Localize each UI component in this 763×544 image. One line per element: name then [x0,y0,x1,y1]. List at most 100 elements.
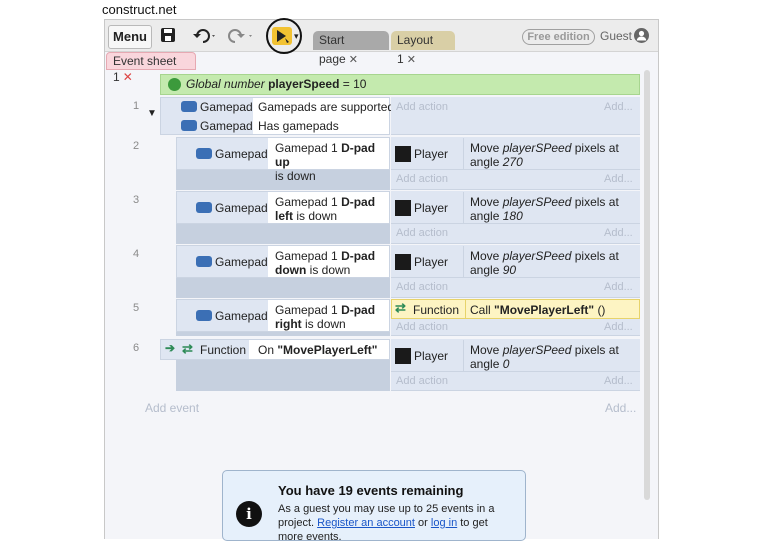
user-icon[interactable] [634,28,649,43]
play-icon [277,30,289,43]
action-param: "MovePlayerLeft" [494,303,595,317]
add-link[interactable]: Add... [604,281,633,293]
condition-text[interactable]: Gamepad 1 D-pad left is down [275,195,387,223]
action-object: Player [414,147,449,161]
save-icon[interactable] [159,27,177,45]
add-link[interactable]: Add... [604,375,633,387]
action-param: 270 [502,155,523,169]
global-variable-row[interactable]: Global number playerSpeed = 10 [160,74,640,95]
action-object: Player [414,255,449,269]
action-text-part: pixels at [574,195,619,209]
user-name[interactable]: Guest [600,29,632,43]
function-icon: ⇄ [395,300,406,315]
action-param: 180 [502,209,523,223]
condition-text-part: Gamepad 1 [275,195,338,209]
close-icon[interactable]: ✕ [123,70,133,84]
condition-text-part: is down [305,317,346,331]
function-icon: ⇄ [182,341,193,356]
action-object: Player [414,349,449,363]
action-text[interactable]: Move playerSPeed pixels at angle 0 [470,343,638,371]
action-text-part: angle [470,155,500,169]
condition-text[interactable]: Gamepads are supported [258,100,394,114]
action-text-part: Move [470,141,500,155]
redo-icon[interactable] [227,27,253,45]
event-number: 5 [132,302,140,314]
tab-start-page[interactable]: Start page ✕ [313,31,389,66]
action-text[interactable]: Call "MovePlayerLeft" () [470,303,605,317]
add-action-link[interactable]: Add action [396,281,448,293]
action-text[interactable]: Move playerSPeed pixels at angle 90 [470,249,638,277]
event-number: 3 [132,194,140,206]
gamepad-icon [181,120,197,131]
condition-object: Function [200,343,247,357]
condition-text-part: Gamepad 1 [275,141,338,155]
condition-text[interactable]: Has gamepads [258,119,339,133]
tab-event-sheet-1[interactable]: Event sheet 1 ✕ [106,52,196,84]
add-link[interactable]: Add... [604,227,633,239]
gamepad-icon [196,202,212,213]
add-link[interactable]: Add... [604,321,633,333]
condition-text[interactable]: Gamepad 1 D-pad right is down [275,303,387,331]
condition-text-part: is down [296,209,338,223]
collapse-arrow-icon[interactable]: ▼ [147,108,157,119]
register-link[interactable]: Register an account [317,517,415,529]
site-title: construct.net [102,2,177,17]
free-edition-badge: Free edition [522,29,595,45]
action-text-part: Move [470,195,500,209]
action-param: playerSPeed [502,249,572,263]
action-text-part: angle [470,357,500,371]
notice-title: You have 19 events remaining [278,483,464,498]
add-event-link[interactable]: Add event [145,401,199,415]
add-link[interactable]: Add... [604,173,633,185]
condition-object: Gamepad [215,255,268,269]
condition-text[interactable]: Gamepad 1 D-pad down is down [275,249,387,277]
condition-param: left [275,209,293,223]
action-text-part: angle [470,263,500,277]
action-param: 90 [502,263,517,277]
action-param: 0 [502,357,510,371]
condition-text-part: On [258,343,275,357]
tab-layout-1[interactable]: Layout 1 ✕ [391,31,455,66]
close-icon[interactable]: ✕ [349,54,358,66]
global-variable-name: playerSpeed [268,77,340,91]
event-number: 4 [132,248,140,260]
condition-text[interactable]: On "MovePlayerLeft" [258,343,377,357]
add-action-link[interactable]: Add action [396,375,448,387]
login-link[interactable]: log in [431,517,457,529]
notice-text: project. [278,517,315,529]
notice-text: or [418,517,428,529]
gamepad-icon [196,148,212,159]
undo-icon[interactable] [192,27,218,45]
condition-object: Gamepad [215,201,268,215]
condition-text-part: is down [275,169,316,183]
condition-param: down [275,263,307,277]
close-icon[interactable]: ✕ [407,54,416,66]
menu-button[interactable]: Menu [108,25,152,49]
globe-icon [168,78,181,91]
event-number: 2 [132,140,140,152]
action-text[interactable]: Move playerSPeed pixels at angle 270 [470,141,638,169]
preview-dropdown-icon[interactable]: ▾ [294,31,299,42]
action-text-part: Move [470,249,500,263]
cell-divider [463,246,464,277]
action-text-part: angle [470,209,500,223]
info-icon: i [236,501,262,527]
add-link[interactable]: Add... [604,101,633,113]
action-param: playerSPeed [502,195,572,209]
add-action-link[interactable]: Add action [396,173,448,185]
condition-object: Gamepad [215,147,268,161]
action-text[interactable]: Move playerSPeed pixels at angle 180 [470,195,638,223]
action-text-part: pixels at [574,343,619,357]
global-variable-value: = 10 [342,77,367,91]
add-event-add-link[interactable]: Add... [605,401,636,415]
vertical-scrollbar[interactable] [644,70,650,500]
condition-text[interactable]: Gamepad 1 D-pad up is down [275,141,387,183]
condition-text-part: is down [309,263,351,277]
condition-text-part: Gamepad 1 [275,249,338,263]
gamepad-icon [181,101,197,112]
add-action-link[interactable]: Add action [396,227,448,239]
preview-button[interactable] [272,27,292,45]
add-action-link[interactable]: Add action [396,101,448,113]
trigger-arrow-icon: ➔ [165,341,176,355]
add-action-link[interactable]: Add action [396,321,448,333]
